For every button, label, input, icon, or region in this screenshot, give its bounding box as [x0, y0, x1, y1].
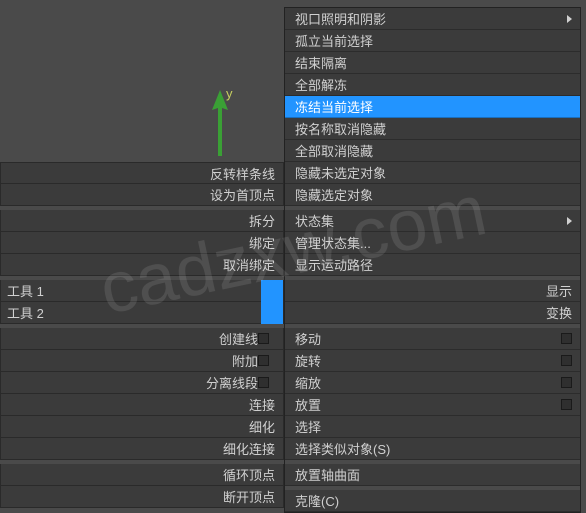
- checkbox[interactable]: [561, 399, 572, 410]
- cmd-make-first-vertex[interactable]: 设为首顶点: [0, 184, 284, 206]
- checkbox[interactable]: [561, 333, 572, 344]
- tool-slot-2[interactable]: 工具 2: [0, 302, 284, 324]
- cmd-refine-connect[interactable]: 细化连接: [0, 438, 284, 460]
- menu-item[interactable]: 旋转: [285, 350, 580, 372]
- cmd-create-line[interactable]: 创建线: [0, 328, 284, 350]
- cmd-unbind[interactable]: 取消绑定: [0, 254, 284, 276]
- left-panel: 反转样条线 设为首顶点 拆分 绑定 取消绑定 工具 1 工具 2 创建线 附加 …: [0, 162, 284, 508]
- axis-label: y: [226, 86, 233, 101]
- cmd-break-vertex[interactable]: 断开顶点: [0, 486, 284, 508]
- menu-item[interactable]: 缩放: [285, 372, 580, 394]
- menu-item[interactable]: 状态集: [285, 210, 580, 232]
- cmd-connect[interactable]: 连接: [0, 394, 284, 416]
- cmd-attach[interactable]: 附加: [0, 350, 284, 372]
- menu-item[interactable]: 放置: [285, 394, 580, 416]
- menu-item[interactable]: 结束隔离: [285, 52, 580, 74]
- y-axis-gizmo: y: [210, 90, 230, 160]
- tool-1-swatch: [261, 280, 283, 302]
- menu-item[interactable]: 隐藏未选定对象: [285, 162, 580, 184]
- menu-item[interactable]: 放置轴曲面: [285, 464, 580, 486]
- cmd-split[interactable]: 拆分: [0, 210, 284, 232]
- menu-item[interactable]: 全部解冻: [285, 74, 580, 96]
- menu-item[interactable]: 移动: [285, 328, 580, 350]
- menu-header-transform: 变换: [285, 302, 580, 324]
- cmd-reverse-spline[interactable]: 反转样条线: [0, 162, 284, 184]
- checkbox[interactable]: [258, 333, 269, 344]
- cmd-loop-vertex[interactable]: 循环顶点: [0, 464, 284, 486]
- menu-item[interactable]: 管理状态集...: [285, 232, 580, 254]
- checkbox[interactable]: [258, 355, 269, 366]
- menu-item[interactable]: 视口照明和阴影: [285, 8, 580, 30]
- menu-item[interactable]: 按名称取消隐藏: [285, 118, 580, 140]
- cmd-detach-segment[interactable]: 分离线段: [0, 372, 284, 394]
- menu-item[interactable]: 隐藏选定对象: [285, 184, 580, 206]
- checkbox[interactable]: [258, 377, 269, 388]
- menu-item[interactable]: 选择: [285, 416, 580, 438]
- tool-slot-1[interactable]: 工具 1: [0, 280, 284, 302]
- menu-header-display: 显示: [285, 280, 580, 302]
- menu-item[interactable]: 显示运动路径: [285, 254, 580, 276]
- tool-2-swatch: [261, 302, 283, 324]
- cmd-bind[interactable]: 绑定: [0, 232, 284, 254]
- cmd-refine[interactable]: 细化: [0, 416, 284, 438]
- menu-item[interactable]: 克隆(C): [285, 490, 580, 512]
- menu-item[interactable]: 孤立当前选择: [285, 30, 580, 52]
- checkbox[interactable]: [561, 377, 572, 388]
- menu-item[interactable]: 选择类似对象(S): [285, 438, 580, 460]
- menu-item[interactable]: 冻结当前选择: [285, 96, 580, 118]
- context-menu: 视口照明和阴影孤立当前选择结束隔离全部解冻冻结当前选择按名称取消隐藏全部取消隐藏…: [284, 7, 581, 513]
- menu-item[interactable]: 全部取消隐藏: [285, 140, 580, 162]
- checkbox[interactable]: [561, 355, 572, 366]
